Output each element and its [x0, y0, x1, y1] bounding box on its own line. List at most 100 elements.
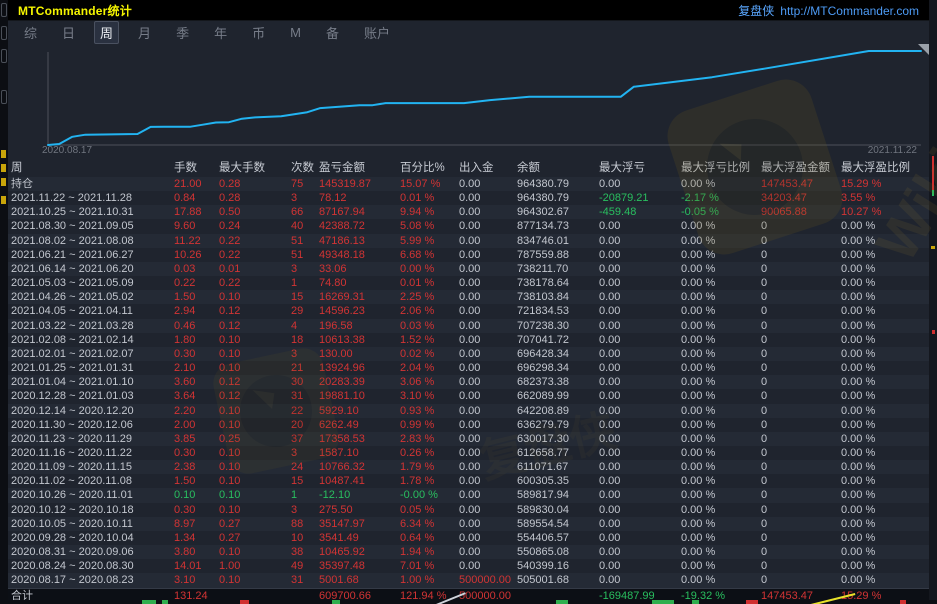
table-row[interactable]: 2021.02.08 ~ 2021.02.141.800.101810613.3… [8, 333, 929, 347]
table-row[interactable]: 2021.04.26 ~ 2021.05.021.500.101516269.3… [8, 290, 929, 304]
cell: 0.00 % [681, 488, 761, 502]
cell: 0.00 % [681, 276, 761, 290]
candle-fragment [932, 190, 934, 196]
candle-fragment [142, 600, 156, 604]
table-row[interactable]: 2021.11.22 ~ 2021.11.280.840.28378.120.0… [8, 191, 929, 205]
brand-url-link[interactable]: http://MTCommander.com [780, 4, 919, 18]
equity-chart[interactable]: 2020.08.17 2021.11.22 WikiFX [8, 44, 929, 160]
menu-item-周[interactable]: 周 [94, 21, 119, 44]
cell: 0.00 % [400, 262, 459, 276]
table-row[interactable]: 2021.06.21 ~ 2021.06.2710.260.225149348.… [8, 248, 929, 262]
cell: 0.00 % [681, 219, 761, 233]
cell: 0.00 [599, 219, 681, 233]
cell: 0.30 [174, 503, 219, 517]
menu-item-账户[interactable]: 账户 [358, 21, 396, 44]
cell: 38 [291, 545, 319, 559]
cell: 3.06 % [400, 375, 459, 389]
table-row[interactable]: 2020.08.31 ~ 2020.09.063.800.103810465.9… [8, 545, 929, 559]
table-row[interactable]: 2021.05.03 ~ 2021.05.090.220.22174.800.0… [8, 276, 929, 290]
table-row[interactable]: 2021.08.30 ~ 2021.09.059.600.244042388.7… [8, 219, 929, 233]
table-row[interactable]: 2021.06.14 ~ 2021.06.200.030.01333.060.0… [8, 262, 929, 276]
menu-item-币[interactable]: 币 [246, 21, 271, 44]
cell: 3.10 % [400, 389, 459, 403]
table-row[interactable]: 2021.10.25 ~ 2021.10.3117.880.506687167.… [8, 205, 929, 219]
table-row[interactable]: 持仓21.000.2875145319.8715.07 %0.00964380.… [8, 177, 929, 191]
cell: 0.00 % [681, 234, 761, 248]
table-row[interactable]: 2021.01.04 ~ 2021.01.103.600.123020283.3… [8, 375, 929, 389]
cell: 0.22 [174, 276, 219, 290]
menu-item-M[interactable]: M [284, 23, 307, 42]
cell: 10487.41 [319, 474, 400, 488]
menu-item-日[interactable]: 日 [56, 21, 81, 44]
cell: 2021.04.26 ~ 2021.05.02 [11, 290, 174, 304]
cell: 642208.89 [517, 404, 599, 418]
cell: 88 [291, 517, 319, 531]
column-header-5[interactable]: 百分比% [400, 160, 459, 177]
column-header-4[interactable]: 盈亏金额 [319, 160, 400, 177]
table-row[interactable]: 2020.12.14 ~ 2020.12.202.200.10225929.10… [8, 404, 929, 418]
table-row[interactable]: 2020.12.28 ~ 2021.01.033.640.123119881.1… [8, 389, 929, 403]
table-row[interactable]: 2020.11.30 ~ 2020.12.062.000.10206262.49… [8, 418, 929, 432]
column-header-0[interactable]: 周 [11, 160, 174, 177]
column-header-3[interactable]: 次数 [291, 160, 319, 177]
table-row[interactable]: 2020.10.05 ~ 2020.10.118.970.278835147.9… [8, 517, 929, 531]
column-header-11[interactable]: 最大浮盈比例 [841, 160, 929, 177]
table-row[interactable]: 2020.11.16 ~ 2020.11.220.300.1031587.100… [8, 446, 929, 460]
cell: 636279.79 [517, 418, 599, 432]
cell: 0.00 [599, 177, 681, 191]
cell: 0.00 [459, 404, 517, 418]
table-row[interactable]: 2021.01.25 ~ 2021.01.312.100.102113924.9… [8, 361, 929, 375]
cell: 0.00 % [841, 234, 929, 248]
cell: 0.00 [599, 375, 681, 389]
table-row[interactable]: 2020.11.09 ~ 2020.11.152.380.102410766.3… [8, 460, 929, 474]
table-row[interactable]: 2020.08.17 ~ 2020.08.233.100.10315001.68… [8, 573, 929, 587]
table-row[interactable]: 2021.08.02 ~ 2021.08.0811.220.225147186.… [8, 234, 929, 248]
column-header-8[interactable]: 最大浮亏 [599, 160, 681, 177]
menu-item-综[interactable]: 综 [18, 21, 43, 44]
cell: 0.00 [599, 446, 681, 460]
table-row[interactable]: 2020.11.23 ~ 2020.11.293.850.253717358.5… [8, 432, 929, 446]
title-bar[interactable]: MTCommander统计 复盘侠http://MTCommander.com [8, 0, 929, 21]
cell: 0.00 % [681, 517, 761, 531]
toolbar-button-fragment [1, 26, 7, 40]
cell: 0.00 % [681, 545, 761, 559]
menu-item-月[interactable]: 月 [132, 21, 157, 44]
table-row[interactable]: 2021.04.05 ~ 2021.04.112.940.122914596.2… [8, 304, 929, 318]
cell: 721834.53 [517, 304, 599, 318]
table-row[interactable]: 2021.03.22 ~ 2021.03.280.460.124196.580.… [8, 319, 929, 333]
cell: 2021.11.22 ~ 2021.11.28 [11, 191, 174, 205]
table-row[interactable]: 2020.10.26 ~ 2020.11.010.100.101-12.10-0… [8, 488, 929, 502]
table-row[interactable]: 2020.08.24 ~ 2020.08.3014.011.004935397.… [8, 559, 929, 573]
text-fragment [1, 164, 6, 172]
menu-item-备[interactable]: 备 [320, 21, 345, 44]
cell: 3.60 [174, 375, 219, 389]
column-header-6[interactable]: 出入金 [459, 160, 517, 177]
column-header-7[interactable]: 余额 [517, 160, 599, 177]
cell: 877134.73 [517, 219, 599, 233]
menu-item-年[interactable]: 年 [208, 21, 233, 44]
column-header-9[interactable]: 最大浮亏比例 [681, 160, 761, 177]
table-row[interactable]: 2020.10.12 ~ 2020.10.180.300.103275.500.… [8, 503, 929, 517]
cell: 0.00 % [841, 404, 929, 418]
menu-item-季[interactable]: 季 [170, 21, 195, 44]
cell: 0.12 [219, 319, 291, 333]
column-header-2[interactable]: 最大手数 [219, 160, 291, 177]
resize-grip-icon[interactable] [918, 44, 929, 55]
cell: 0.84 [174, 191, 219, 205]
cell: 600305.35 [517, 474, 599, 488]
cell: 0 [761, 559, 841, 573]
table-header-row: 周手数最大手数次数盈亏金额百分比%出入金余额最大浮亏最大浮亏比例最大浮盈金额最大… [8, 160, 929, 177]
cell: 0 [761, 219, 841, 233]
cell: 15.07 % [400, 177, 459, 191]
table-row[interactable]: 2020.09.28 ~ 2020.10.041.340.27103541.49… [8, 531, 929, 545]
cell: 787559.88 [517, 248, 599, 262]
cell: 738178.64 [517, 276, 599, 290]
table-row[interactable]: 2020.11.02 ~ 2020.11.081.500.101510487.4… [8, 474, 929, 488]
cell: 1.50 [174, 290, 219, 304]
table-row[interactable]: 2021.02.01 ~ 2021.02.070.300.103130.000.… [8, 347, 929, 361]
cell: 2021.02.01 ~ 2021.02.07 [11, 347, 174, 361]
cell: 0 [761, 234, 841, 248]
text-fragment [931, 246, 935, 249]
column-header-10[interactable]: 最大浮盈金额 [761, 160, 841, 177]
column-header-1[interactable]: 手数 [174, 160, 219, 177]
